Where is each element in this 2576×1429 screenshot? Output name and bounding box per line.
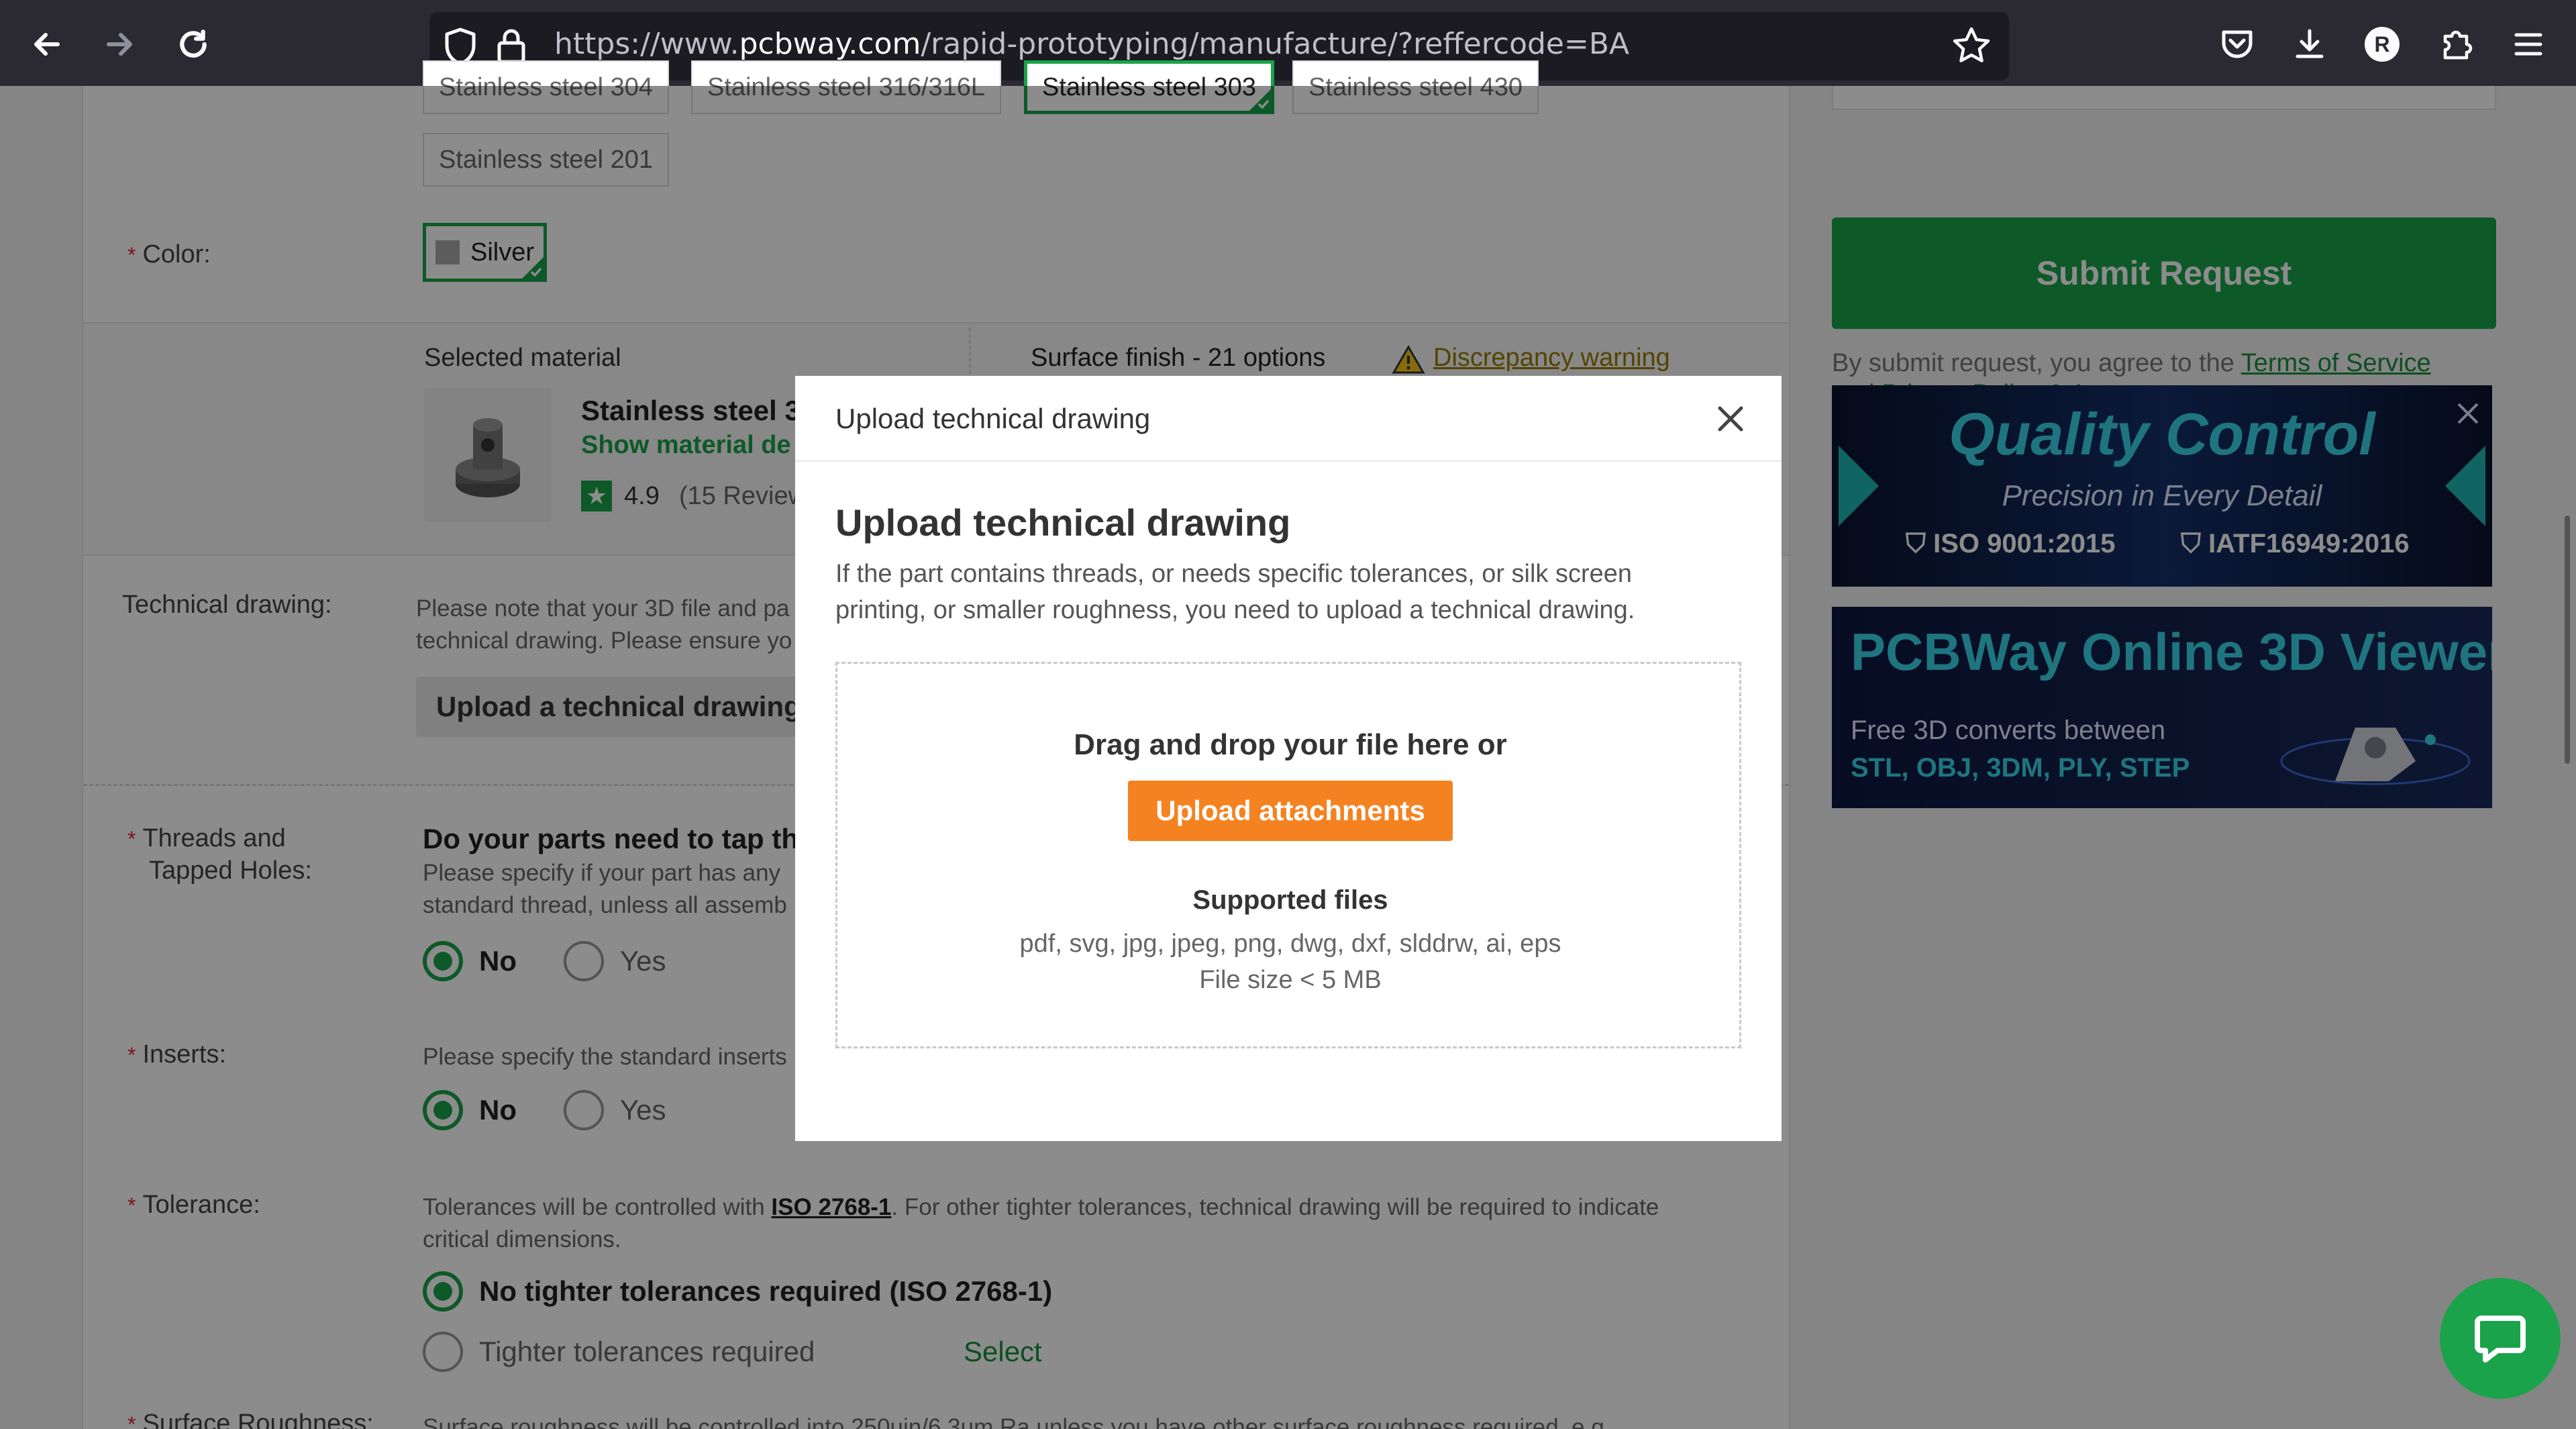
menu-button[interactable]	[2496, 16, 2561, 72]
hamburger-icon	[2514, 33, 2542, 56]
chat-bubble-icon	[2475, 1316, 2526, 1363]
bookmark-star-icon[interactable]	[1951, 26, 1992, 66]
avatar: R	[2365, 27, 2400, 62]
live-chat-button[interactable]	[2440, 1278, 2561, 1399]
puzzle-icon	[2443, 30, 2473, 60]
modal-title: Upload technical drawing	[835, 501, 1291, 544]
upload-attachments-button[interactable]: Upload attachments	[1128, 781, 1453, 841]
browser-toolbar: https://www.pcbway.com/rapid-prototyping…	[0, 0, 2576, 86]
close-icon[interactable]	[1710, 399, 1751, 439]
url-text[interactable]: https://www.pcbway.com/rapid-prototyping…	[554, 27, 1629, 61]
pocket-button[interactable]	[2205, 16, 2269, 72]
reload-icon	[180, 30, 207, 58]
forward-button[interactable]	[87, 16, 152, 72]
arrow-right-icon	[107, 33, 132, 56]
supported-files-title: Supported files	[1192, 885, 1388, 915]
extensions-button[interactable]	[2424, 16, 2488, 72]
downloads-button[interactable]	[2277, 16, 2342, 72]
upload-drawing-modal: Upload technical drawing Upload technica…	[795, 376, 1782, 1141]
download-icon	[2296, 29, 2324, 58]
dropzone-text: Drag and drop your file here or	[1074, 728, 1507, 761]
arrow-left-icon	[34, 33, 60, 56]
account-button[interactable]: R	[2350, 16, 2414, 72]
supported-file-types: pdf, svg, jpg, jpeg, png, dwg, dxf, sldd…	[1019, 930, 1561, 958]
modal-header: Upload technical drawing	[795, 376, 1782, 462]
reload-button[interactable]	[161, 16, 225, 72]
back-button[interactable]	[15, 16, 79, 72]
file-dropzone[interactable]: Drag and drop your file here or Upload a…	[835, 662, 1741, 1048]
modal-description: If the part contains threads, or needs s…	[835, 560, 1635, 624]
pocket-icon	[2222, 30, 2253, 58]
modal-header-title: Upload technical drawing	[835, 403, 1151, 434]
file-size-limit: File size < 5 MB	[1199, 966, 1382, 994]
